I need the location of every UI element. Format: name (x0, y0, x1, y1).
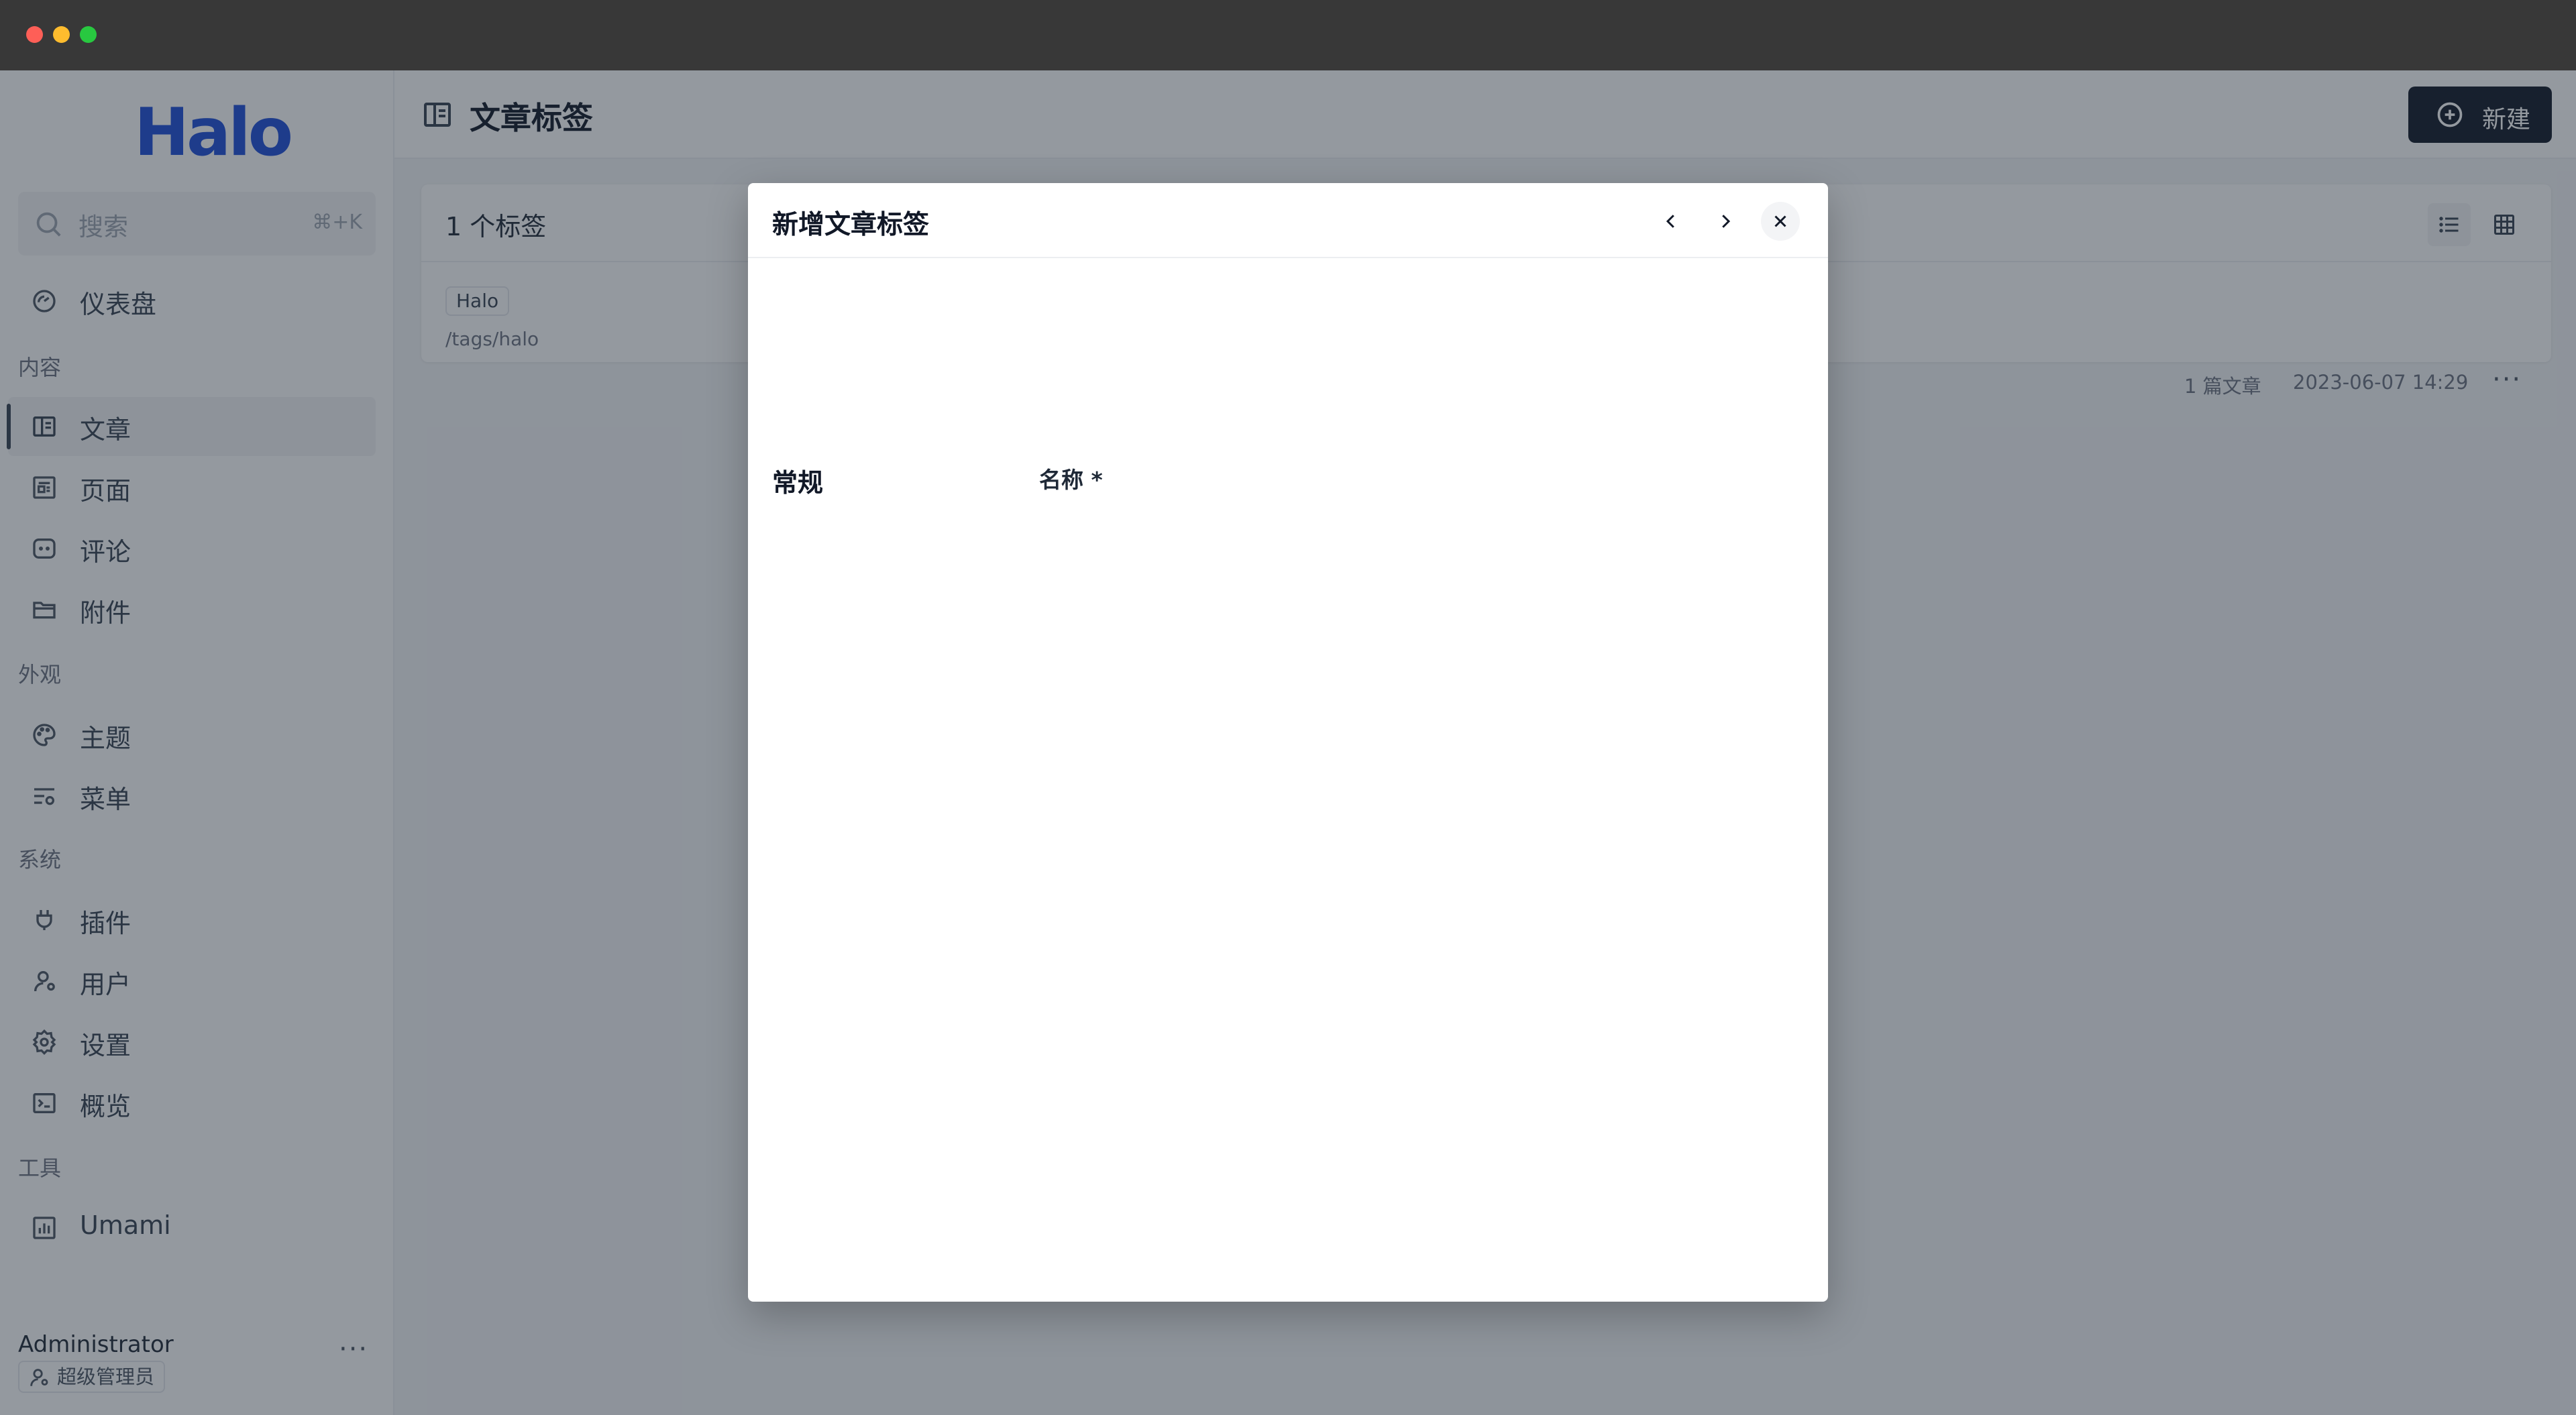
close-icon (1774, 215, 1786, 227)
modal-body: 常规 名称 * (748, 258, 1828, 1207)
window-close-button[interactable] (26, 26, 43, 43)
modal-prev-button[interactable] (1652, 202, 1690, 241)
window-zoom-button[interactable] (80, 26, 97, 43)
modal-title: 新增文章标签 (772, 210, 930, 240)
chevron-right-icon (1722, 215, 1731, 228)
name-label: 名称 * (1039, 467, 1103, 493)
window-titlebar (0, 0, 2576, 70)
section-general-label: 常规 (772, 468, 824, 498)
window-minimize-button[interactable] (53, 26, 70, 43)
modal-close-button[interactable] (1761, 202, 1800, 241)
modal-header: 新增文章标签 (748, 183, 1828, 258)
modal-next-button[interactable] (1706, 202, 1745, 241)
chevron-left-icon (1666, 215, 1674, 228)
create-tag-modal: 新增文章标签 常规 名称 * (748, 183, 1828, 1302)
